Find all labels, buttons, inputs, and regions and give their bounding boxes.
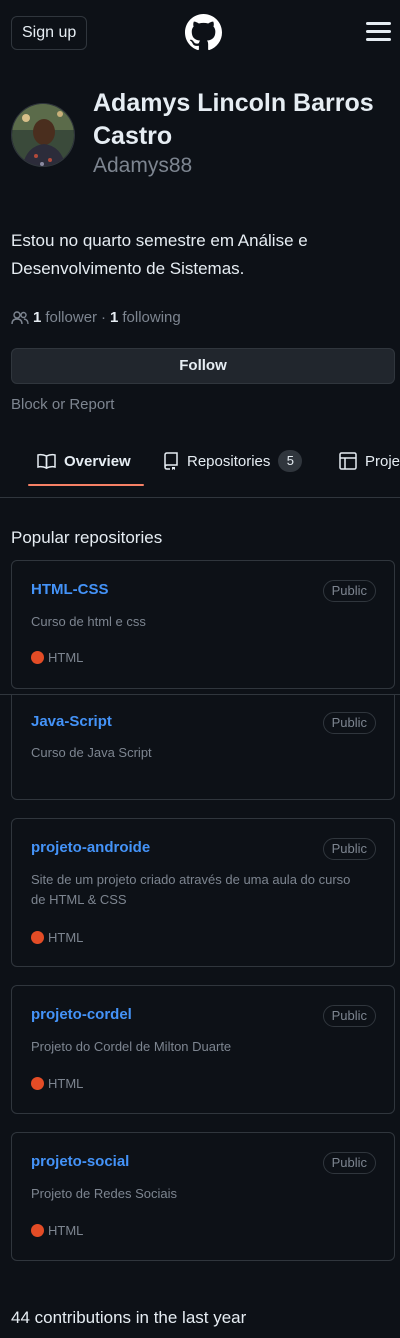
repo-language: HTML [31,650,83,665]
tab-overview[interactable]: Overview [37,436,131,486]
language-label: HTML [48,1223,84,1238]
tab-repositories[interactable]: Repositories 5 [163,436,303,486]
repo-language: HTML [31,1076,83,1091]
repo-language: HTML [31,930,83,945]
follow-stats: 1 follower · 1 following [11,309,181,326]
hamburger-menu-icon[interactable] [366,22,391,42]
followers-count[interactable]: 1 [33,309,41,326]
language-color-dot [31,1077,44,1090]
visibility-badge: Public [322,1005,376,1027]
repo-name-link[interactable]: projeto-social [31,1153,129,1170]
repo-card: projeto-androide Public Site de um proje… [11,818,395,967]
tab-overview-label: Overview [64,452,131,470]
language-color-dot [31,651,44,664]
repo-description: Site de um projeto criado através de uma… [31,872,351,907]
top-header: Sign up [0,0,400,66]
people-icon [11,310,29,324]
repositories-count-badge: 5 [278,450,303,472]
profile-username: Adamys88 [93,154,193,177]
followers-link[interactable]: follower [45,309,97,326]
visibility-badge: Public [322,712,376,734]
github-logo-icon[interactable] [185,14,222,51]
repo-language: HTML [31,1223,83,1238]
follow-button[interactable]: Follow [11,348,395,384]
repo-name-link[interactable]: projeto-androide [31,839,150,856]
language-label: HTML [48,930,84,945]
profile-bio: Estou no quarto semestre em Análise e De… [11,231,308,278]
contributions-heading: 44 contributions in the last year [11,1308,247,1327]
repo-description: Projeto de Redes Sociais [31,1186,177,1201]
profile-tabs: Overview Repositories 5 Projects [0,436,400,498]
following-link[interactable]: following [122,309,180,326]
tab-projects-label: Projects [365,452,400,470]
following-count[interactable]: 1 [110,309,118,326]
tab-projects[interactable]: Projects [339,436,400,486]
table-icon [339,452,357,470]
language-color-dot [31,1224,44,1237]
avatar[interactable] [11,103,75,167]
repo-icon [164,452,178,470]
tab-repositories-label: Repositories [187,452,271,470]
repo-name-link[interactable]: projeto-cordel [31,1006,132,1023]
visibility-badge: Public [322,1152,376,1174]
repo-card: HTML-CSS Public Curso de html e css HTML [11,560,395,689]
repo-description: Curso de html e css [31,614,146,629]
language-label: HTML [48,650,84,665]
language-label: HTML [48,1076,84,1091]
visibility-badge: Public [322,838,376,860]
book-icon [37,453,56,469]
sign-up-button[interactable]: Sign up [11,16,88,50]
tab-active-indicator [28,484,144,486]
separator-dot: · [101,309,107,326]
language-color-dot [31,931,44,944]
repo-name-link[interactable]: Java-Script [31,713,112,730]
repo-card: Java-Script Public Curso de Java Script [11,695,395,800]
repo-description: Projeto do Cordel de Milton Duarte [31,1039,232,1054]
popular-repositories-heading: Popular repositories [11,528,163,547]
repo-description: Curso de Java Script [31,745,152,760]
profile-full-name: Adamys Lincoln Barros Castro [93,89,374,150]
repo-card: projeto-cordel Public Projeto do Cordel … [11,985,395,1114]
repo-name-link[interactable]: HTML-CSS [31,581,109,598]
repo-card: projeto-social Public Projeto de Redes S… [11,1132,395,1261]
visibility-badge: Public [322,580,376,602]
block-report-link[interactable]: Block or Report [11,396,114,413]
